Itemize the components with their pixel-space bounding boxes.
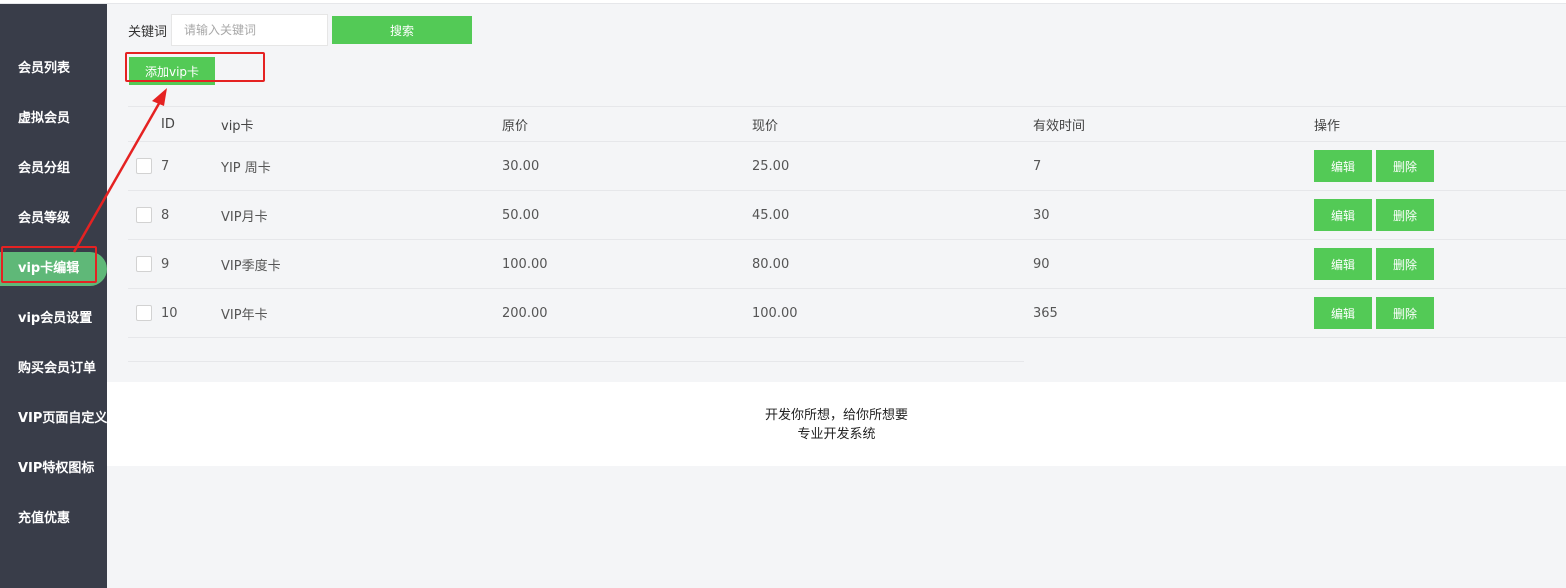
cell-original-price: 200.00	[502, 305, 548, 321]
cell-id: 7	[161, 158, 170, 174]
sidebar-item-membership-orders[interactable]: 购买会员订单	[0, 352, 107, 386]
cell-vip-card: VIP月卡	[221, 209, 268, 225]
table-header-row: ID vip卡 原价 现价 有效时间 操作	[128, 106, 1566, 142]
delete-button[interactable]: 删除	[1376, 297, 1434, 329]
delete-button[interactable]: 删除	[1376, 199, 1434, 231]
cell-original-price: 100.00	[502, 256, 548, 272]
keyword-label: 关键词	[128, 25, 168, 40]
sidebar-item-recharge-offers[interactable]: 充值优惠	[0, 502, 107, 536]
edit-button[interactable]: 编辑	[1314, 199, 1372, 231]
cell-vip-card: VIP年卡	[221, 307, 268, 323]
table-row: 7 YIP 周卡 30.00 25.00 7 编辑 删除	[128, 142, 1566, 191]
row-checkbox[interactable]	[136, 158, 152, 174]
header-validity: 有效时间	[1033, 118, 1086, 134]
add-vip-card-button[interactable]: 添加vip卡	[129, 57, 215, 85]
cell-id: 9	[161, 256, 170, 272]
edit-button[interactable]: 编辑	[1314, 297, 1372, 329]
sidebar-item-vip-card-edit[interactable]: vip卡编辑	[0, 252, 107, 286]
cell-id: 10	[161, 305, 178, 321]
table-row: 10 VIP年卡 200.00 100.00 365 编辑 删除	[128, 289, 1566, 338]
cell-id: 8	[161, 207, 170, 223]
sidebar-item-vip-page-custom[interactable]: VIP页面自定义	[0, 402, 107, 436]
header-actions: 操作	[1314, 118, 1341, 134]
cell-current-price: 100.00	[752, 305, 798, 321]
delete-button[interactable]: 删除	[1376, 248, 1434, 280]
row-checkbox[interactable]	[136, 207, 152, 223]
cell-validity: 90	[1033, 256, 1050, 272]
sidebar-item-member-groups[interactable]: 会员分组	[0, 152, 107, 186]
header-vip-card: vip卡	[221, 118, 254, 134]
search-button[interactable]: 搜索	[332, 16, 472, 44]
row-checkbox[interactable]	[136, 256, 152, 272]
cell-current-price: 80.00	[752, 256, 790, 272]
sidebar-item-member-list[interactable]: 会员列表	[0, 52, 107, 86]
cell-current-price: 25.00	[752, 158, 790, 174]
cell-current-price: 45.00	[752, 207, 790, 223]
header-original-price: 原价	[502, 118, 529, 134]
footer-subtitle: 专业开发系统	[797, 427, 876, 442]
header-current-price: 现价	[752, 118, 779, 134]
sidebar-item-vip-privilege-icons[interactable]: VIP特权图标	[0, 452, 107, 486]
edit-button[interactable]: 编辑	[1314, 248, 1372, 280]
sidebar-nav: 会员列表 虚拟会员 会员分组 会员等级 vip卡编辑 vip会员设置 购买会员订…	[0, 4, 107, 588]
top-border	[0, 0, 1566, 4]
delete-button[interactable]: 删除	[1376, 150, 1434, 182]
sidebar-item-virtual-members[interactable]: 虚拟会员	[0, 102, 107, 136]
row-checkbox[interactable]	[136, 305, 152, 321]
cell-validity: 7	[1033, 158, 1042, 174]
cell-validity: 365	[1033, 305, 1058, 321]
cell-original-price: 30.00	[502, 158, 540, 174]
sidebar-item-vip-settings[interactable]: vip会员设置	[0, 302, 107, 336]
cell-validity: 30	[1033, 207, 1050, 223]
table-row: 9 VIP季度卡 100.00 80.00 90 编辑 删除	[128, 240, 1566, 289]
cell-vip-card: YIP 周卡	[221, 160, 271, 176]
cell-original-price: 50.00	[502, 207, 540, 223]
cell-vip-card: VIP季度卡	[221, 258, 281, 274]
table-row: 8 VIP月卡 50.00 45.00 30 编辑 删除	[128, 191, 1566, 240]
table-footer-divider	[128, 338, 1024, 362]
edit-button[interactable]: 编辑	[1314, 150, 1372, 182]
sidebar-item-member-levels[interactable]: 会员等级	[0, 202, 107, 236]
header-id: ID	[161, 116, 175, 132]
page-footer: 开发你所想，给你所想要 专业开发系统	[107, 382, 1566, 466]
footer-slogan: 开发你所想，给你所想要	[764, 408, 908, 423]
keyword-search-input[interactable]	[171, 14, 328, 46]
